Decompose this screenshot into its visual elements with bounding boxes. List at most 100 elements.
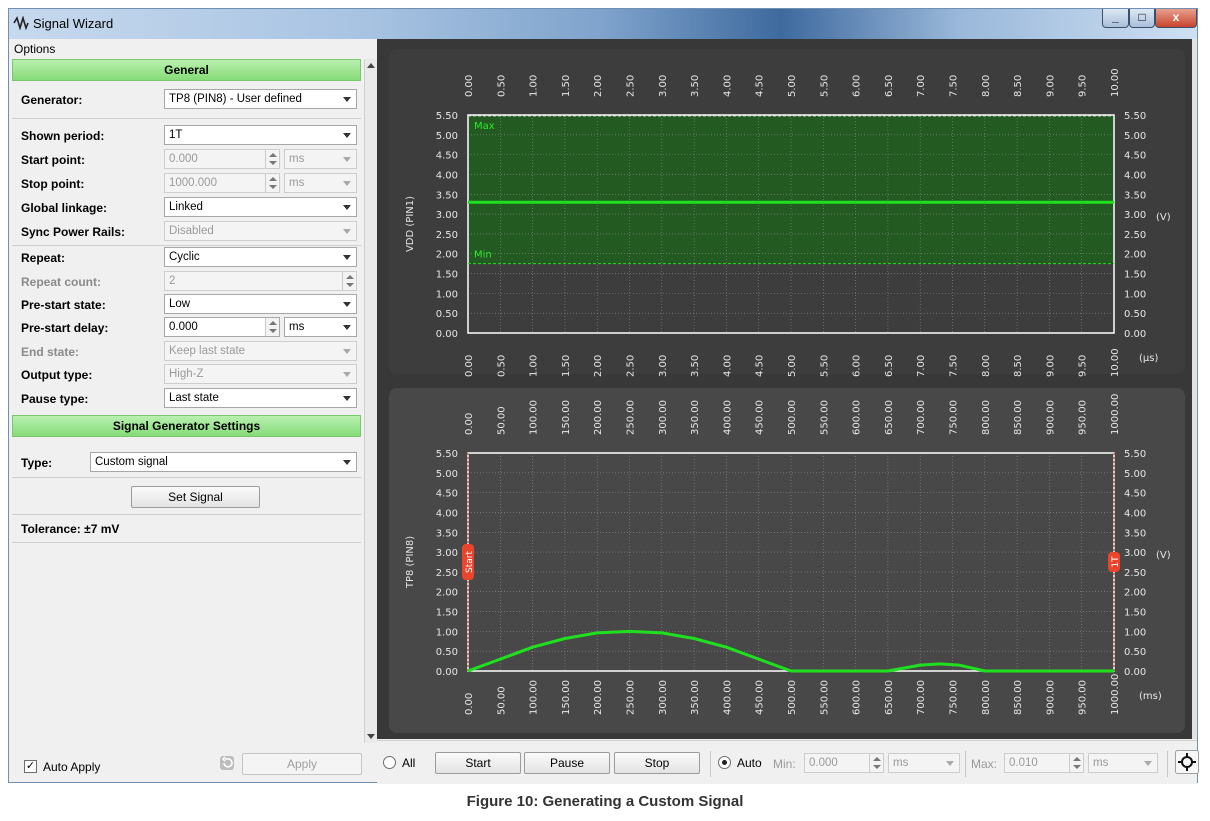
x-tick-label-bottom: 7.50 [949,355,960,377]
y-axis-label: TP8 (PIN8) [405,536,416,589]
max-input[interactable]: 0.010 [1004,753,1084,773]
playback-control-bar: All Start Pause Stop Auto Min: 0.000 ms … [377,740,1199,784]
auto-apply-checkbox[interactable]: ✓ [24,760,37,773]
prestart-state-select[interactable]: Low [164,294,357,314]
x-unit-label: (µs) [1139,353,1158,364]
shown-period-select[interactable]: 1T [164,125,357,145]
stop-button[interactable]: Stop [614,752,700,774]
global-linkage-select[interactable]: Linked [164,197,357,217]
prestart-delay-input[interactable]: 0.000 [164,317,280,337]
x-tick-label-top: 600.00 [852,400,863,435]
x-tick-label-bottom: 950.00 [1078,680,1089,715]
x-tick-label-bottom: 550.00 [819,680,830,715]
output-type-select[interactable]: High-Z [164,364,357,384]
end-state-label: End state: [21,345,80,359]
y-tick-label-left: 5.50 [436,449,458,460]
pause-type-select[interactable]: Last state [164,388,357,408]
close-button[interactable]: x [1155,9,1197,28]
prestart-delay-unit-select[interactable]: ms [284,317,357,337]
x-tick-label-top: 3.50 [690,75,701,97]
x-tick-label-top: 800.00 [981,400,992,435]
y-tick-label-right: 4.00 [1124,170,1146,181]
generator-select[interactable]: TP8 (PIN8) - User defined [164,89,357,109]
x-tick-label-bottom: 750.00 [949,680,960,715]
pause-button[interactable]: Pause [524,752,610,774]
x-tick-label-bottom: 600.00 [852,680,863,715]
all-radio[interactable] [383,756,396,769]
x-tick-label-top: 450.00 [755,400,766,435]
stop-point-unit-select[interactable]: ms [284,173,357,193]
spin-arrows-icon[interactable] [342,272,356,290]
menu-options[interactable]: Options [14,42,55,56]
start-button[interactable]: Start [435,752,521,774]
spin-arrows-icon[interactable] [265,318,279,336]
signal-type-select[interactable]: Custom signal [90,452,357,472]
sync-power-rails-select[interactable]: Disabled [164,221,357,241]
x-tick-label-bottom: 100.00 [529,680,540,715]
repeat-label: Repeat: [21,251,66,265]
x-tick-label-bottom: 0.00 [464,355,475,377]
min-input[interactable]: 0.000 [804,753,884,773]
scroll-up-icon[interactable] [367,63,375,68]
y-tick-label-left: 2.00 [436,588,458,599]
scroll-down-icon[interactable] [367,734,375,739]
x-tick-label-top: 400.00 [722,400,733,435]
y-tick-label-left: 3.00 [436,548,458,559]
chevron-down-icon [343,460,351,465]
y-unit-label: (V) [1156,212,1171,223]
max-unit-select[interactable]: ms [1088,753,1158,773]
chevron-down-icon [343,396,351,401]
y-tick-label-right: 0.50 [1124,647,1146,658]
repeat-select[interactable]: Cyclic [164,247,357,267]
start-point-unit-select[interactable]: ms [284,149,357,169]
x-tick-label-bottom: 4.50 [755,355,766,377]
chevron-down-icon [343,157,351,162]
y-tick-label-right: 4.00 [1124,508,1146,519]
y-tick-label-left: 2.50 [436,230,458,241]
signal-wizard-icon [13,16,29,30]
x-tick-label-bottom: 9.50 [1078,355,1089,377]
type-label: Type: [21,456,53,470]
auto-radio[interactable] [718,756,731,769]
x-tick-label-top: 1.50 [561,75,572,97]
chevron-down-icon [343,133,351,138]
spin-arrows-icon[interactable] [265,150,279,168]
menu-bar: Options [9,39,377,59]
maximize-button[interactable]: □ [1129,9,1155,28]
x-tick-label-bottom: 300.00 [658,680,669,715]
y-tick-label-left: 0.00 [436,667,458,678]
repeat-count-input[interactable]: 2 [164,271,357,291]
y-unit-label: (V) [1156,550,1171,561]
undo-icon[interactable] [219,755,235,771]
spin-arrows-icon[interactable] [265,174,279,192]
start-point-input[interactable]: 0.000 [164,149,280,169]
spin-arrows-icon[interactable] [869,754,883,772]
y-tick-label-right: 5.50 [1124,111,1146,122]
x-tick-label-top: 7.00 [916,75,927,97]
y-tick-label-left: 3.50 [436,528,458,539]
y-tick-label-left: 2.00 [436,250,458,261]
start-point-label: Start point: [21,153,85,167]
x-tick-label-top: 8.00 [981,75,992,97]
set-signal-button[interactable]: Set Signal [131,486,260,508]
apply-button[interactable]: Apply [242,753,362,775]
y-tick-label-left: 4.50 [436,489,458,500]
plot-scrollbar[interactable] [1192,39,1197,739]
y-tick-label-left: 3.50 [436,190,458,201]
settings-scrollbar[interactable] [364,59,377,743]
y-tick-label-left: 0.00 [436,329,458,340]
x-tick-label-top: 200.00 [593,400,604,435]
minimize-button[interactable]: _ [1102,9,1129,28]
title-bar[interactable]: Signal Wizard _ □ x [9,9,1197,39]
min-unit-select[interactable]: ms [888,753,960,773]
y-tick-label-right: 3.50 [1124,190,1146,201]
end-state-select[interactable]: Keep last state [164,341,357,361]
x-tick-label-top: 900.00 [1045,400,1056,435]
settings-panel: General Generator: TP8 (PIN8) - User def… [12,59,361,743]
stop-point-input[interactable]: 1000.000 [164,173,280,193]
x-tick-label-bottom: 0.50 [496,355,507,377]
spin-arrows-icon[interactable] [1069,754,1083,772]
y-axis-label: VDD (PIN1) [405,196,416,252]
stop-point-label: Stop point: [21,177,85,191]
crosshair-icon[interactable] [1175,750,1199,774]
